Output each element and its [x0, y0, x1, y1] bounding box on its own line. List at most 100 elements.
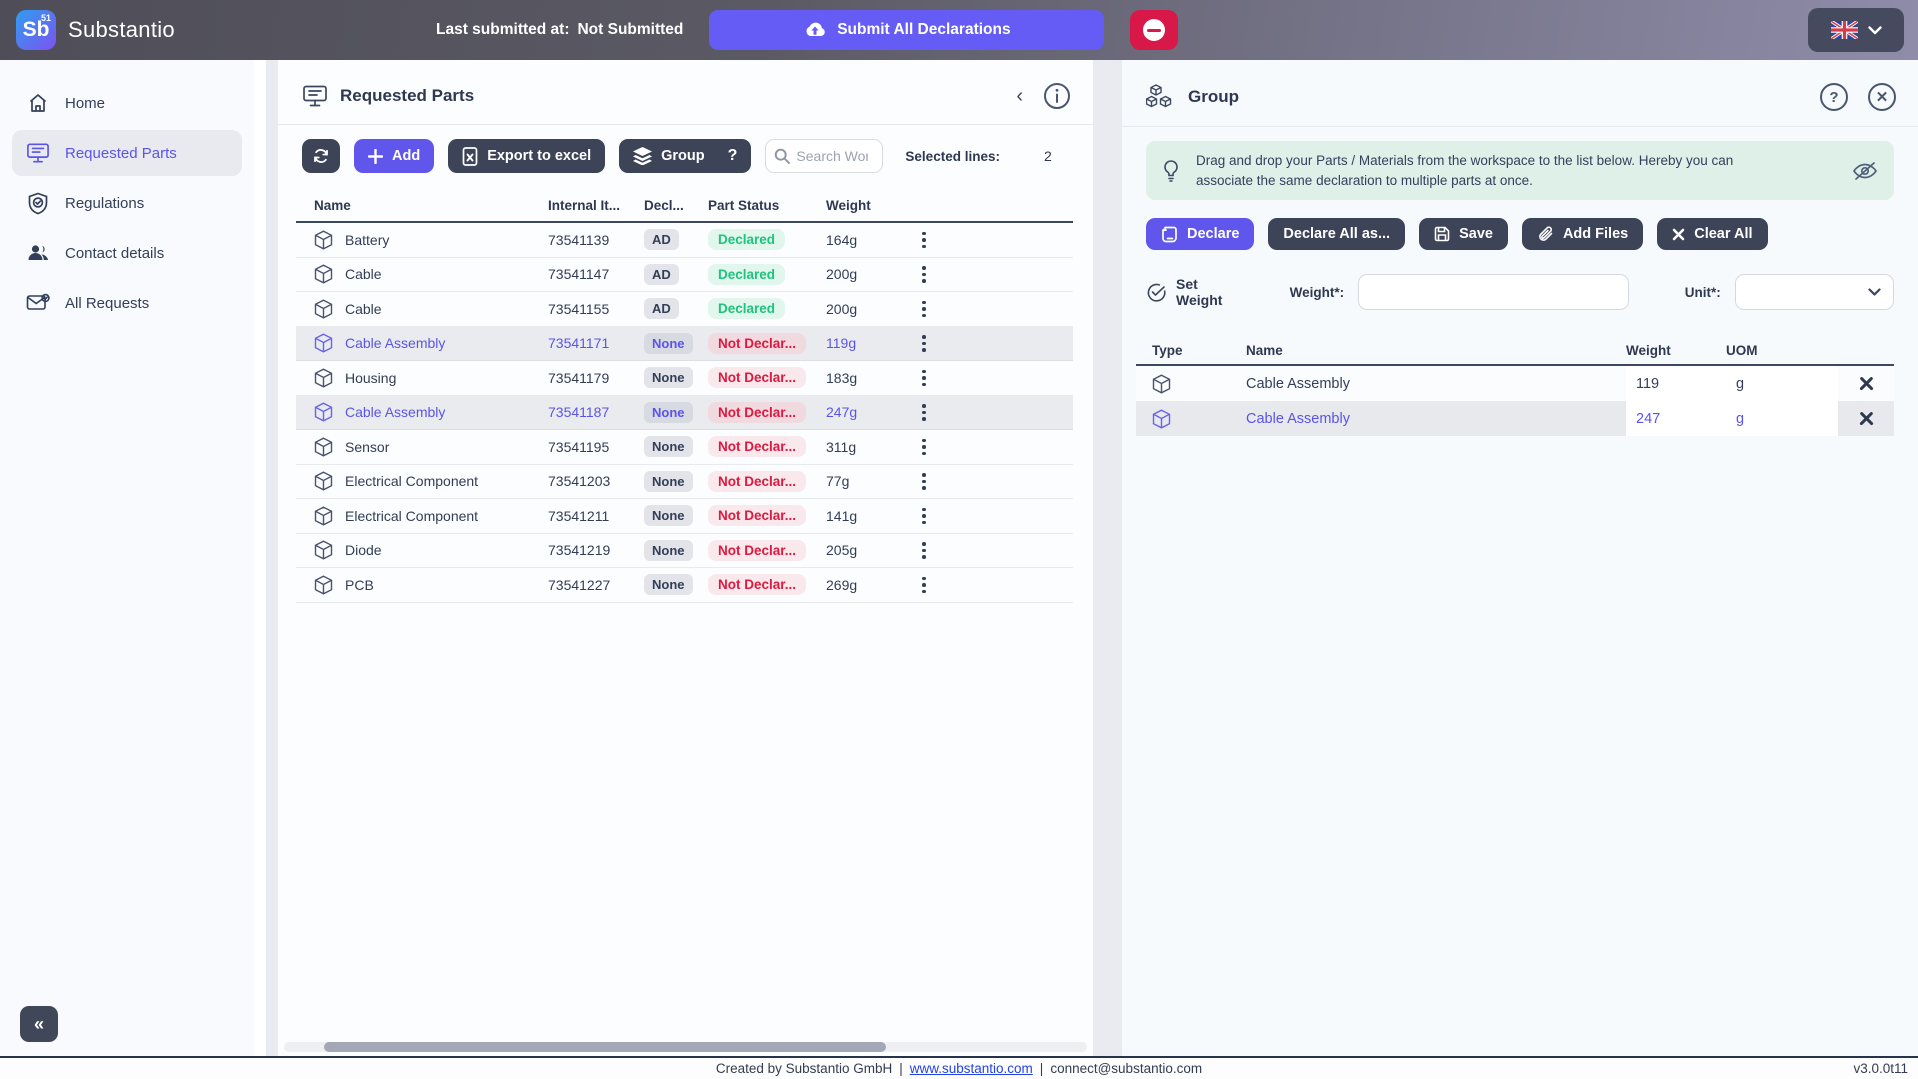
group-item-uom[interactable]: g [1726, 401, 1838, 436]
add-files-button[interactable]: Add Files [1522, 218, 1643, 250]
minus-circle-icon [1143, 19, 1165, 41]
column-declaration[interactable]: Decl... [644, 198, 708, 213]
part-name: PCB [345, 577, 374, 593]
info-icon[interactable] [1043, 82, 1071, 110]
sidebar-item-all-requests[interactable]: All Requests [12, 280, 242, 326]
weight-field-label: Weight*: [1290, 285, 1345, 300]
row-menu-icon[interactable] [918, 297, 930, 322]
row-menu-icon[interactable] [918, 504, 930, 529]
declare-all-as-button[interactable]: Declare All as... [1268, 218, 1405, 250]
group-item-row[interactable]: Cable Assembly119g [1136, 366, 1894, 401]
table-row[interactable]: Cable73541147ADDeclared200g [296, 258, 1073, 293]
monitor-icon [302, 84, 328, 108]
table-row[interactable]: Battery73541139ADDeclared164g [296, 223, 1073, 258]
search-box [765, 139, 883, 173]
search-input[interactable] [796, 148, 868, 164]
mail-icon [26, 291, 50, 315]
group-help-icon[interactable]: ? [728, 147, 738, 165]
help-icon[interactable]: ? [1820, 83, 1848, 111]
part-weight: 200g [826, 266, 904, 282]
sidebar-collapse-button[interactable]: « [20, 1006, 58, 1042]
group-item-weight[interactable]: 119 [1626, 366, 1726, 401]
language-selector[interactable] [1808, 8, 1904, 52]
table-row[interactable]: Sensor73541195NoneNot Declar...311g [296, 430, 1073, 465]
group-item-weight[interactable]: 247 [1626, 401, 1726, 436]
sidebar-item-contact-details[interactable]: Contact details [12, 230, 242, 276]
layers-icon [633, 147, 652, 165]
version-label: v3.0.0t11 [1853, 1061, 1908, 1076]
stop-button[interactable] [1130, 10, 1178, 50]
row-menu-icon[interactable] [918, 400, 930, 425]
group-item-row[interactable]: Cable Assembly247g [1136, 401, 1894, 436]
column-part-status[interactable]: Part Status [708, 198, 826, 213]
collapse-panel-icon[interactable]: ‹ [1016, 86, 1023, 106]
row-menu-icon[interactable] [918, 573, 930, 598]
group-panel: Group ? ✕ Drag and drop your Parts / Mat… [1122, 60, 1918, 1056]
scrollbar-thumb[interactable] [324, 1042, 886, 1052]
part-status-badge: Declared [708, 229, 785, 250]
row-menu-icon[interactable] [918, 435, 930, 460]
refresh-button[interactable] [302, 139, 340, 173]
set-weight-label: Set Weight [1176, 276, 1248, 308]
table-header: Name Internal It... Decl... Part Status … [296, 189, 1073, 223]
part-weight: 183g [826, 370, 904, 386]
part-weight: 311g [826, 439, 904, 455]
table-row[interactable]: PCB73541227NoneNot Declar...269g [296, 568, 1073, 603]
add-button[interactable]: Add [354, 139, 434, 173]
close-icon[interactable]: ✕ [1868, 83, 1896, 111]
table-row[interactable]: Diode73541219NoneNot Declar...205g [296, 534, 1073, 569]
remove-item-button[interactable] [1838, 401, 1894, 436]
horizontal-scrollbar[interactable] [284, 1042, 1087, 1052]
eye-slash-icon[interactable] [1852, 160, 1878, 182]
row-menu-icon[interactable] [918, 262, 930, 287]
cloud-upload-icon [803, 20, 827, 40]
row-menu-icon[interactable] [918, 469, 930, 494]
banner-text: Drag and drop your Parts / Materials fro… [1196, 151, 1758, 190]
table-row[interactable]: Housing73541179NoneNot Declar...183g [296, 361, 1073, 396]
save-floppy-icon [1434, 226, 1450, 242]
row-menu-icon[interactable] [918, 366, 930, 391]
column-internal-item[interactable]: Internal It... [548, 198, 644, 213]
declare-button[interactable]: Declare [1146, 218, 1254, 250]
check-circle-icon[interactable] [1146, 282, 1167, 303]
selected-lines-label: Selected lines: [905, 149, 1000, 164]
footer: Created by Substantio GmbH | www.substan… [0, 1056, 1918, 1079]
unit-select[interactable] [1735, 274, 1894, 310]
users-icon [26, 241, 50, 265]
table-row[interactable]: Electrical Component73541211NoneNot Decl… [296, 499, 1073, 534]
row-menu-icon[interactable] [918, 228, 930, 253]
table-row[interactable]: Cable73541155ADDeclared200g [296, 292, 1073, 327]
sidebar-item-home[interactable]: Home [12, 80, 242, 126]
row-menu-icon[interactable] [918, 538, 930, 563]
group-table-header: Type Name Weight UOM [1136, 336, 1894, 366]
clear-all-button[interactable]: Clear All [1657, 218, 1767, 250]
export-excel-button[interactable]: Export to excel [448, 139, 605, 173]
table-row[interactable]: Electrical Component73541203NoneNot Decl… [296, 465, 1073, 500]
declaration-badge: None [644, 367, 693, 388]
row-menu-icon[interactable] [918, 331, 930, 356]
table-row[interactable]: Cable Assembly73541187NoneNot Declar...2… [296, 396, 1073, 431]
group-label: Group [661, 148, 705, 164]
footer-email: connect@substantio.com [1050, 1061, 1202, 1076]
home-icon [26, 91, 50, 115]
group-button[interactable]: Group ? [619, 139, 751, 173]
weight-input[interactable] [1358, 274, 1629, 310]
part-weight: 164g [826, 232, 904, 248]
submit-all-declarations-button[interactable]: Submit All Declarations [709, 10, 1104, 50]
x-icon [1859, 411, 1874, 426]
table-row[interactable]: Cable Assembly73541171NoneNot Declar...1… [296, 327, 1073, 362]
column-type: Type [1136, 343, 1246, 358]
sidebar-item-requested-parts[interactable]: Requested Parts [12, 130, 242, 176]
column-weight[interactable]: Weight [826, 198, 904, 213]
group-item-name: Cable Assembly [1246, 401, 1626, 436]
column-name[interactable]: Name [298, 198, 548, 213]
unit-field-label: Unit*: [1685, 285, 1721, 300]
cube-icon [314, 230, 333, 250]
remove-item-button[interactable] [1838, 366, 1894, 401]
part-status-badge: Declared [708, 264, 785, 285]
website-link[interactable]: www.substantio.com [910, 1061, 1033, 1076]
group-item-uom[interactable]: g [1726, 366, 1838, 401]
save-button[interactable]: Save [1419, 218, 1508, 250]
part-status-badge: Declared [708, 298, 785, 319]
sidebar-item-regulations[interactable]: Regulations [12, 180, 242, 226]
